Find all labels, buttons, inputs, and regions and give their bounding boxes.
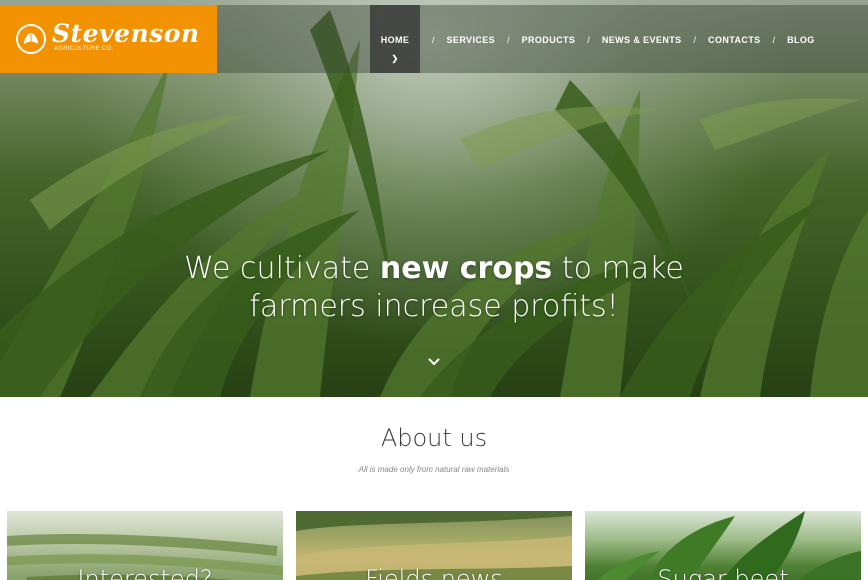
nav-home[interactable]: HOME ❯ xyxy=(370,5,420,73)
scroll-down-chevron-icon[interactable] xyxy=(426,354,442,370)
card-sugar-beet[interactable]: Sugar beet xyxy=(585,511,861,580)
nav-separator: / xyxy=(507,35,510,45)
nav-contacts-label: CONTACTS xyxy=(708,35,761,45)
nav-blog-label: BLOG xyxy=(787,35,815,45)
nav-separator: / xyxy=(587,35,590,45)
card-interested[interactable]: Interested? xyxy=(7,511,283,580)
nav-products-label: PRODUCTS xyxy=(521,35,576,45)
headline-text-start: We cultivate xyxy=(184,251,380,286)
nav-separator: / xyxy=(693,35,697,45)
nav-separator: / xyxy=(772,35,776,45)
hero-headline: We cultivate new crops to make farmers i… xyxy=(0,250,868,326)
card-title: Fields news xyxy=(365,565,503,580)
card-title: Sugar beet xyxy=(657,565,789,580)
headline-text-end: to make xyxy=(552,251,684,286)
about-subtitle: All is made only from natural raw materi… xyxy=(358,465,510,474)
nav-news-events[interactable]: NEWS & EVENTS xyxy=(602,5,682,73)
card-title: Interested? xyxy=(77,565,213,580)
main-menu: HOME ❯ / SERVICES / PRODUCTS / NEWS & EV… xyxy=(370,5,815,73)
nav-contacts[interactable]: CONTACTS xyxy=(708,5,761,73)
leaf-emblem-icon xyxy=(16,24,46,54)
nav-services[interactable]: SERVICES xyxy=(447,5,496,73)
chevron-down-icon: ❯ xyxy=(391,54,399,63)
brand-name: Stevenson xyxy=(52,19,200,48)
nav-news-events-label: NEWS & EVENTS xyxy=(601,35,682,45)
nav-separator: / xyxy=(432,35,435,45)
headline-text-bold: new crops xyxy=(379,251,553,286)
hero-headline-line2: farmers increase profits! xyxy=(249,289,619,324)
nav-blog[interactable]: BLOG xyxy=(787,5,815,73)
brand-subtitle: AGRICULTURE CO. xyxy=(54,46,114,52)
nav-services-label: SERVICES xyxy=(446,35,496,45)
hero-headline-line1: We cultivate new crops to make xyxy=(0,250,868,288)
nav-home-label: HOME xyxy=(380,35,410,45)
about-title: About us xyxy=(380,424,488,452)
card-fields-news[interactable]: Fields news xyxy=(296,511,572,580)
brand-logo[interactable]: Stevenson AGRICULTURE CO. xyxy=(0,5,217,73)
nav-products[interactable]: PRODUCTS xyxy=(522,5,576,73)
